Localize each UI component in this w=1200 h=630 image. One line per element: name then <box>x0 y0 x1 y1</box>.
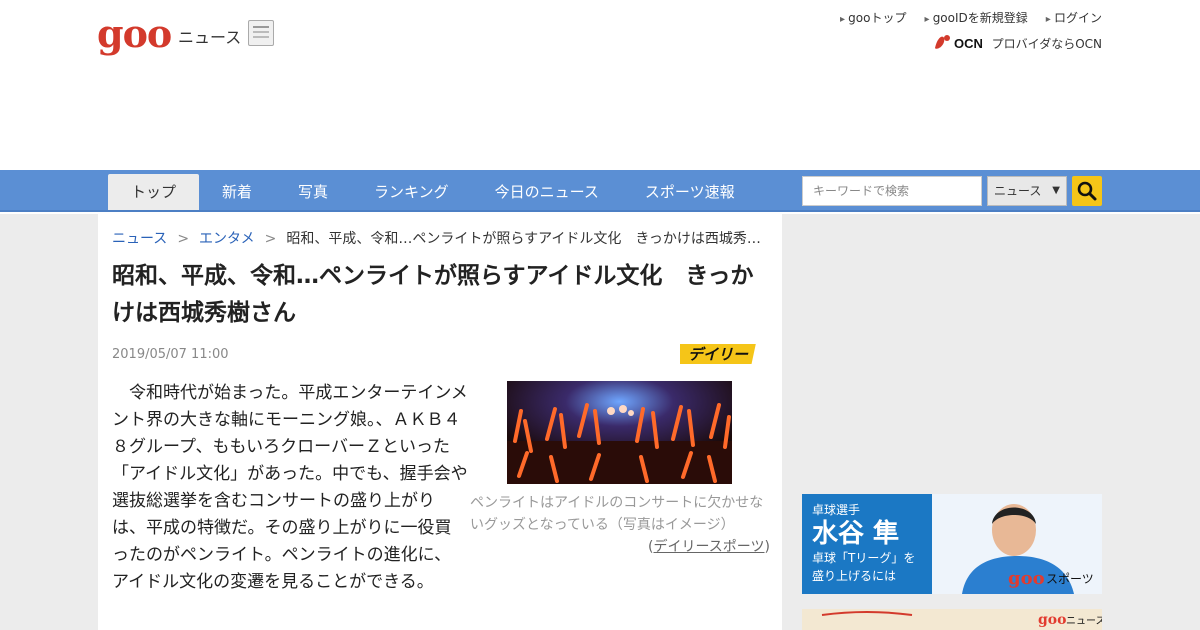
photo-caption: ペンライトはアイドルのコンサートに欠かせないグッズとなっている（写真はイメージ） <box>470 495 764 533</box>
news-ad-image: goo ニュース <box>802 609 1102 630</box>
newspaper-icon <box>248 20 274 46</box>
chevron-down-icon: ▼ <box>1052 185 1060 196</box>
ad1-line1: 卓球「Tリーグ」を <box>812 551 915 565</box>
tab-photo[interactable]: 写真 <box>275 174 351 210</box>
search-icon <box>1077 181 1097 201</box>
ocn-text: プロバイダならOCN <box>991 36 1102 51</box>
photo-credit-link[interactable]: デイリースポーツ <box>653 539 764 555</box>
tab-new[interactable]: 新着 <box>199 174 275 210</box>
svg-text:OCN: OCN <box>954 36 983 51</box>
ad1-tag: 卓球選手 <box>812 503 860 517</box>
goo-top-link[interactable]: gooトップ <box>840 9 906 26</box>
breadcrumb-separator: > <box>177 231 190 247</box>
login-link[interactable]: ログイン <box>1046 9 1102 26</box>
breadcrumb: ニュース > エンタメ > 昭和、平成、令和…ペンライトが照らすアイドル文化 きっかけは… <box>112 228 772 248</box>
daily-sports-logo[interactable]: デイリー <box>675 343 756 365</box>
tab-ranking[interactable]: ランキング <box>351 174 472 210</box>
tab-todays-news[interactable]: 今日のニュース <box>472 174 622 210</box>
article-date: 2019/05/07 11:00 <box>112 347 229 362</box>
tab-sports-live[interactable]: スポーツ速報 <box>622 174 758 210</box>
search-scope-select[interactable]: ニュース ▼ <box>987 176 1067 206</box>
breadcrumb-entame[interactable]: エンタメ <box>199 231 255 247</box>
photo-credit: (デイリースポーツ) <box>648 536 770 556</box>
news-section-label[interactable]: ニュース <box>178 24 241 48</box>
credit-close-paren: ) <box>764 539 770 555</box>
breadcrumb-current: 昭和、平成、令和…ペンライトが照らすアイドル文化 きっかけは西城秀… <box>286 231 761 247</box>
breadcrumb-news[interactable]: ニュース <box>112 231 167 247</box>
daily-sports-logo-image: デイリー <box>675 344 756 364</box>
article-container: ニュース > エンタメ > 昭和、平成、令和…ペンライトが照らすアイドル文化 きっかけは… <box>98 214 782 630</box>
ad1-line2: 盛り上げるには <box>812 568 896 583</box>
sports-ad-image: 卓球選手 水谷 隼 卓球「Tリーグ」を 盛り上げるには goo スポーツ <box>802 494 1102 594</box>
article-title: 昭和、平成、令和…ペンライトが照らすアイドル文化 きっかけは西城秀樹さん <box>112 263 754 326</box>
news-ad-banner[interactable]: goo ニュース <box>802 609 1102 630</box>
breadcrumb-separator: > <box>264 231 277 247</box>
search-scope-value: ニュース <box>994 184 1042 198</box>
nav-tabs: トップ 新着 写真 ランキング 今日のニュース スポーツ速報 <box>108 174 758 210</box>
article-photo[interactable] <box>507 381 732 484</box>
ad2-brand-sub: ニュース <box>1066 616 1102 627</box>
search-button[interactable] <box>1072 176 1102 206</box>
daily-sports-logo-text: デイリー <box>688 346 749 364</box>
header-links: gooトップ gooIDを新規登録 ログイン <box>840 9 1102 26</box>
sports-ad-banner[interactable]: 卓球選手 水谷 隼 卓球「Tリーグ」を 盛り上げるには goo スポーツ <box>802 494 1102 594</box>
ad1-brand-sub: スポーツ <box>1046 572 1094 586</box>
site-header: goo ニュース gooトップ gooIDを新規登録 ログイン OCN プロバイ… <box>0 0 1200 170</box>
register-gooid-link[interactable]: gooIDを新規登録 <box>924 9 1028 26</box>
tab-top[interactable]: トップ <box>108 174 200 210</box>
ad1-brand: goo <box>1008 568 1045 589</box>
ocn-banner[interactable]: OCN プロバイダならOCN <box>932 32 1102 54</box>
article-body: 令和時代が始まった。平成エンターテインメント界の大きな軸にモーニング娘。、ＡＫＢ… <box>112 383 468 592</box>
global-nav: トップ 新着 写真 ランキング 今日のニュース スポーツ速報 キーワードで検索 … <box>0 170 1200 212</box>
search-input[interactable]: キーワードで検索 <box>802 176 982 206</box>
ad1-name: 水谷 隼 <box>812 518 899 549</box>
ad2-brand: goo <box>1038 612 1066 628</box>
goo-logo[interactable]: goo <box>97 14 172 54</box>
ocn-logo-icon: OCN <box>934 35 983 51</box>
penlight-concert-image <box>507 381 732 484</box>
